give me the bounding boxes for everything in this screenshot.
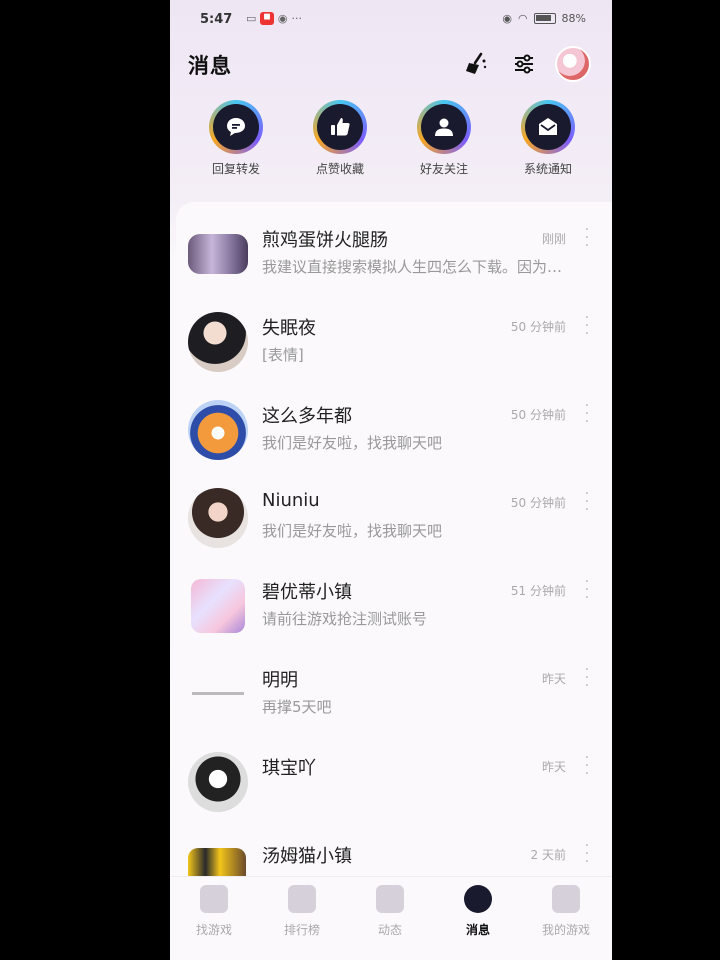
envelope-icon [539,118,557,135]
settings-button[interactable] [508,48,540,80]
conversation-row[interactable]: 明明 再撑5天吧 昨天 · · · [176,654,612,742]
conversation-row[interactable]: 琪宝吖 昨天 · · · [176,742,612,830]
conversation-row[interactable]: Niuniu 我们是好友啦，找我聊天吧 50 分钟前 · · · [176,478,612,566]
header: 消息 [170,42,612,86]
person-icon [435,118,453,136]
more-options-icon[interactable]: · · · [582,663,592,693]
avatar [188,752,248,812]
battery-level: 88% [561,12,586,25]
avatar [188,234,248,274]
video-icon: ▭ [246,12,257,25]
contact-name: 失眠夜 [262,318,316,339]
more-options-icon[interactable]: · · · [582,839,592,869]
contact-name: 这么多年都 [262,406,352,427]
message-preview: 再撑5天吧 [262,698,332,716]
message-time: 51 分钟前 [510,584,566,598]
category-friends[interactable]: 好友关注 [399,100,489,177]
message-preview: 我建议直接搜索模拟人生四怎么下载。因为… [262,258,563,276]
conversation-list: 煎鸡蛋饼火腿肠 我建议直接搜索模拟人生四怎么下载。因为… 刚刚 · · · 失眠夜 … [176,202,612,888]
system-status: ◉ ◠ 88% [502,12,586,25]
more-options-icon[interactable]: · · · [582,487,592,517]
category-label: 回复转发 [211,162,260,176]
message-time: 50 分钟前 [510,320,566,334]
chat-bubble-icon [227,118,245,136]
tab-label: 排行榜 [283,923,320,937]
category-label: 点赞收藏 [315,162,364,176]
avatar [191,579,245,633]
message-time: 50 分钟前 [510,408,566,422]
contact-name: 琪宝吖 [262,758,316,779]
more-options-icon[interactable]: · · · [582,223,592,253]
more-options-icon[interactable]: · · · [582,311,592,341]
message-time: 昨天 [541,760,566,774]
avatar [188,312,248,372]
contact-name: 汤姆猫小镇 [262,846,352,867]
message-time: 50 分钟前 [510,496,566,510]
phone-screen: 5:47 ▭ ◼ ◉ ··· ◉ ◠ 88% 消息 回复转发 点赞收藏 好友关注… [170,0,612,960]
conversation-row[interactable]: 失眠夜 [表情] 50 分钟前 · · · [176,302,612,390]
clear-unread-button[interactable] [460,48,492,80]
tab-messages[interactable]: 消息 [434,885,522,938]
message-preview: 我们是好友啦，找我聊天吧 [262,434,443,452]
broom-icon [466,52,487,74]
eye-icon: ◉ [502,12,512,25]
status-bar: 5:47 ▭ ◼ ◉ ··· ◉ ◠ 88% [170,6,612,34]
message-preview: 我们是好友啦，找我聊天吧 [262,522,443,540]
more-options-icon[interactable]: · · · [582,751,592,781]
conversation-row[interactable]: 碧优蒂小镇 请前往游戏抢注测试账号 51 分钟前 · · · [176,566,612,654]
contact-name: 碧优蒂小镇 [262,582,352,603]
tab-rankings[interactable]: 排行榜 [258,885,346,938]
message-time: 2 天前 [530,848,566,862]
tab-feed[interactable]: 动态 [346,885,434,938]
controller-icon [552,885,580,913]
message-time: 昨天 [541,672,566,686]
status-time: 5:47 [200,12,233,27]
avatar [188,400,248,460]
message-preview: [表情] [262,346,304,364]
page-title: 消息 [188,54,232,78]
category-label: 系统通知 [523,162,572,176]
tab-my-games[interactable]: 我的游戏 [522,885,610,938]
message-icon: ◉ [277,12,288,25]
avatar [188,664,248,724]
bottom-tab-bar: 找游戏 排行榜 动态 消息 我的游戏 [170,876,612,960]
thumbs-up-icon [331,118,350,136]
contact-name: Niuniu [262,490,320,511]
games-icon [200,885,228,913]
category-replies[interactable]: 回复转发 [191,100,281,177]
avatar [188,488,248,548]
contact-name: 煎鸡蛋饼火腿肠 [262,230,388,251]
more-notifications-icon: ··· [291,12,303,25]
more-options-icon[interactable]: · · · [582,575,592,605]
message-time: 刚刚 [541,232,566,246]
category-label: 好友关注 [419,162,468,176]
conversation-row[interactable]: 这么多年都 我们是好友啦，找我聊天吧 50 分钟前 · · · [176,390,612,478]
message-preview: 请前往游戏抢注测试账号 [262,610,428,628]
message-categories: 回复转发 点赞收藏 好友关注 系统通知 [170,100,612,190]
notification-icons: ▭ ◼ ◉ ··· [246,12,302,25]
sliders-icon [515,54,533,74]
feed-icon [376,885,404,913]
app-notification-icon: ◼ [260,12,274,25]
tab-label: 消息 [465,923,490,937]
wifi-icon: ◠ [517,12,528,25]
category-likes[interactable]: 点赞收藏 [295,100,385,177]
tab-find-games[interactable]: 找游戏 [170,885,258,938]
battery-icon [533,13,556,24]
ranking-icon [288,885,316,913]
tab-label: 动态 [377,923,402,937]
tab-label: 找游戏 [195,923,232,937]
more-options-icon[interactable]: · · · [582,399,592,429]
category-system[interactable]: 系统通知 [503,100,593,177]
conversation-row[interactable]: 煎鸡蛋饼火腿肠 我建议直接搜索模拟人生四怎么下载。因为… 刚刚 · · · [176,214,612,302]
messages-icon [464,885,492,913]
tab-label: 我的游戏 [541,923,590,937]
user-avatar[interactable] [555,46,591,82]
contact-name: 明明 [262,670,298,691]
